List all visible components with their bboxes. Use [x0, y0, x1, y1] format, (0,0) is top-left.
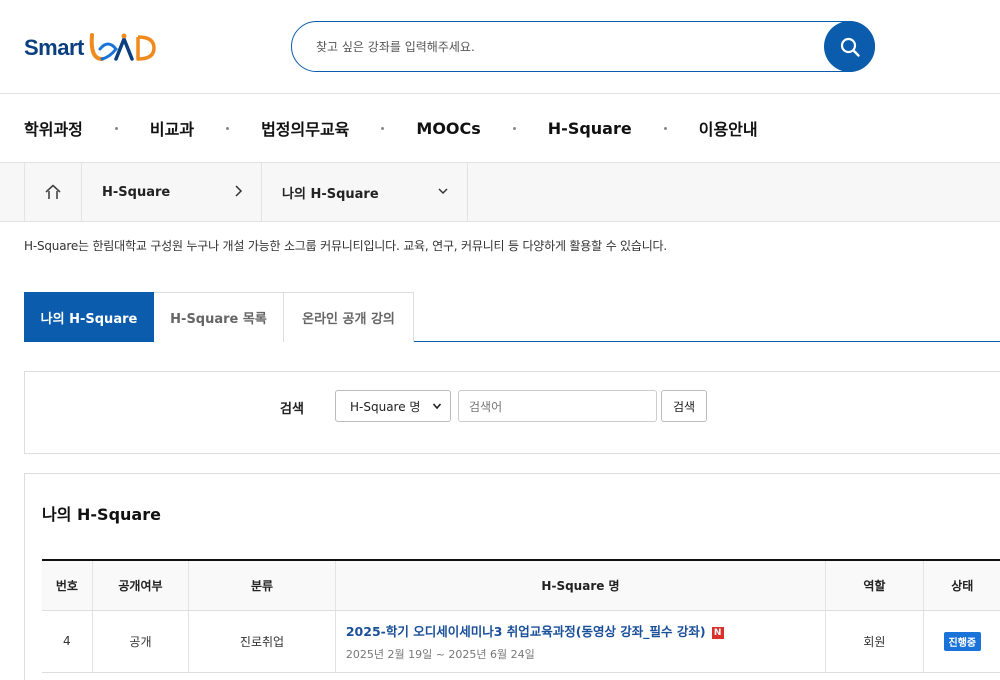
nav-extracurricular[interactable]: 비교과	[150, 116, 194, 140]
table-header-row: 번호 공개여부 분류 H-Square 명 역할 상태	[42, 560, 1000, 611]
column-header-role: 역할	[825, 560, 924, 611]
column-header-status: 상태	[923, 560, 1000, 611]
filter-type-select[interactable]: H-Square 명	[335, 390, 451, 422]
site-logo[interactable]: Smart	[24, 28, 158, 68]
home-icon	[45, 184, 61, 199]
nav-separator	[226, 126, 230, 130]
tab-h-square-list[interactable]: H-Square 목록	[154, 292, 284, 342]
breadcrumb-level2-label: 나의 H-Square	[282, 186, 379, 202]
tab-bar: 나의 H-Square H-Square 목록 온라인 공개 강의	[24, 292, 1000, 342]
tab-online-open-lecture[interactable]: 온라인 공개 강의	[284, 292, 414, 342]
row-visibility: 공개	[92, 610, 190, 673]
page-description: H-Square는 한림대학교 구성원 누구나 개설 가능한 소그룹 커뮤니티입…	[24, 239, 667, 253]
column-header-category: 분류	[188, 560, 336, 611]
column-header-number: 번호	[42, 560, 93, 611]
tab-my-h-square[interactable]: 나의 H-Square	[24, 292, 154, 342]
global-search-input[interactable]	[316, 22, 816, 71]
h-square-table: 번호 공개여부 분류 H-Square 명 역할 상태 4 공개 진로취업 20…	[42, 559, 1000, 673]
logo-lead-mark	[89, 33, 156, 61]
my-h-square-list: 나의 H-Square 번호 공개여부 분류 H-Square 명 역할 상태 …	[24, 473, 1000, 680]
row-number: 4	[42, 610, 93, 673]
nav-mandatory-education[interactable]: 법정의무교육	[261, 116, 349, 140]
main-navigation: 학위과정 비교과 법정의무교육 MOOCs H-Square 이용안내	[0, 94, 1000, 163]
filter-search-button[interactable]: 검색	[661, 390, 707, 422]
h-square-title-link[interactable]: 2025-학기 오디세이세미나3 취업교육과정(동영상 강좌_필수 강좌)	[346, 624, 706, 639]
search-filter-panel: 검색 H-Square 명 검색어 검색	[24, 371, 1000, 454]
nav-guide[interactable]: 이용안내	[699, 116, 758, 140]
site-header: Smart	[0, 0, 1000, 94]
global-search-button[interactable]	[824, 21, 875, 72]
nav-moocs[interactable]: MOOCs	[416, 119, 480, 138]
row-period: 2025년 2월 19일 ~ 2025년 6월 24일	[345, 647, 535, 661]
breadcrumb-home[interactable]	[24, 163, 82, 221]
global-search-box	[291, 21, 875, 72]
filter-keyword-input[interactable]: 검색어	[458, 390, 657, 422]
row-status-cell: 진행중	[923, 610, 1000, 673]
nav-h-square[interactable]: H-Square	[548, 119, 632, 138]
filter-label: 검색	[280, 402, 304, 417]
row-name-cell: 2025-학기 오디세이세미나3 취업교육과정(동영상 강좌_필수 강좌) N 2…	[335, 610, 827, 673]
list-title: 나의 H-Square	[42, 505, 161, 524]
logo-smart-text: Smart	[24, 35, 84, 60]
nav-separator	[663, 126, 667, 130]
column-header-visibility: 공개여부	[92, 560, 190, 611]
nav-separator	[381, 126, 385, 130]
breadcrumb-level1[interactable]: H-Square	[82, 163, 262, 221]
row-role: 회원	[825, 610, 924, 673]
column-header-name: H-Square 명	[335, 560, 827, 611]
filter-type-value: H-Square 명	[350, 399, 421, 414]
search-icon	[840, 37, 860, 57]
breadcrumb: H-Square 나의 H-Square	[0, 163, 1000, 222]
chevron-down-icon	[432, 403, 442, 410]
row-category: 진로취업	[188, 610, 336, 673]
nav-separator	[114, 126, 118, 130]
new-badge: N	[711, 626, 724, 639]
chevron-down-icon	[438, 188, 448, 195]
nav-separator	[512, 126, 516, 130]
nav-degree[interactable]: 학위과정	[24, 116, 83, 140]
breadcrumb-level2-dropdown[interactable]: 나의 H-Square	[262, 163, 468, 221]
chevron-right-icon	[235, 185, 243, 197]
status-badge: 진행중	[943, 631, 982, 651]
breadcrumb-level1-label: H-Square	[102, 184, 171, 200]
table-row: 4 공개 진로취업 2025-학기 오디세이세미나3 취업교육과정(동영상 강좌…	[42, 610, 1000, 673]
